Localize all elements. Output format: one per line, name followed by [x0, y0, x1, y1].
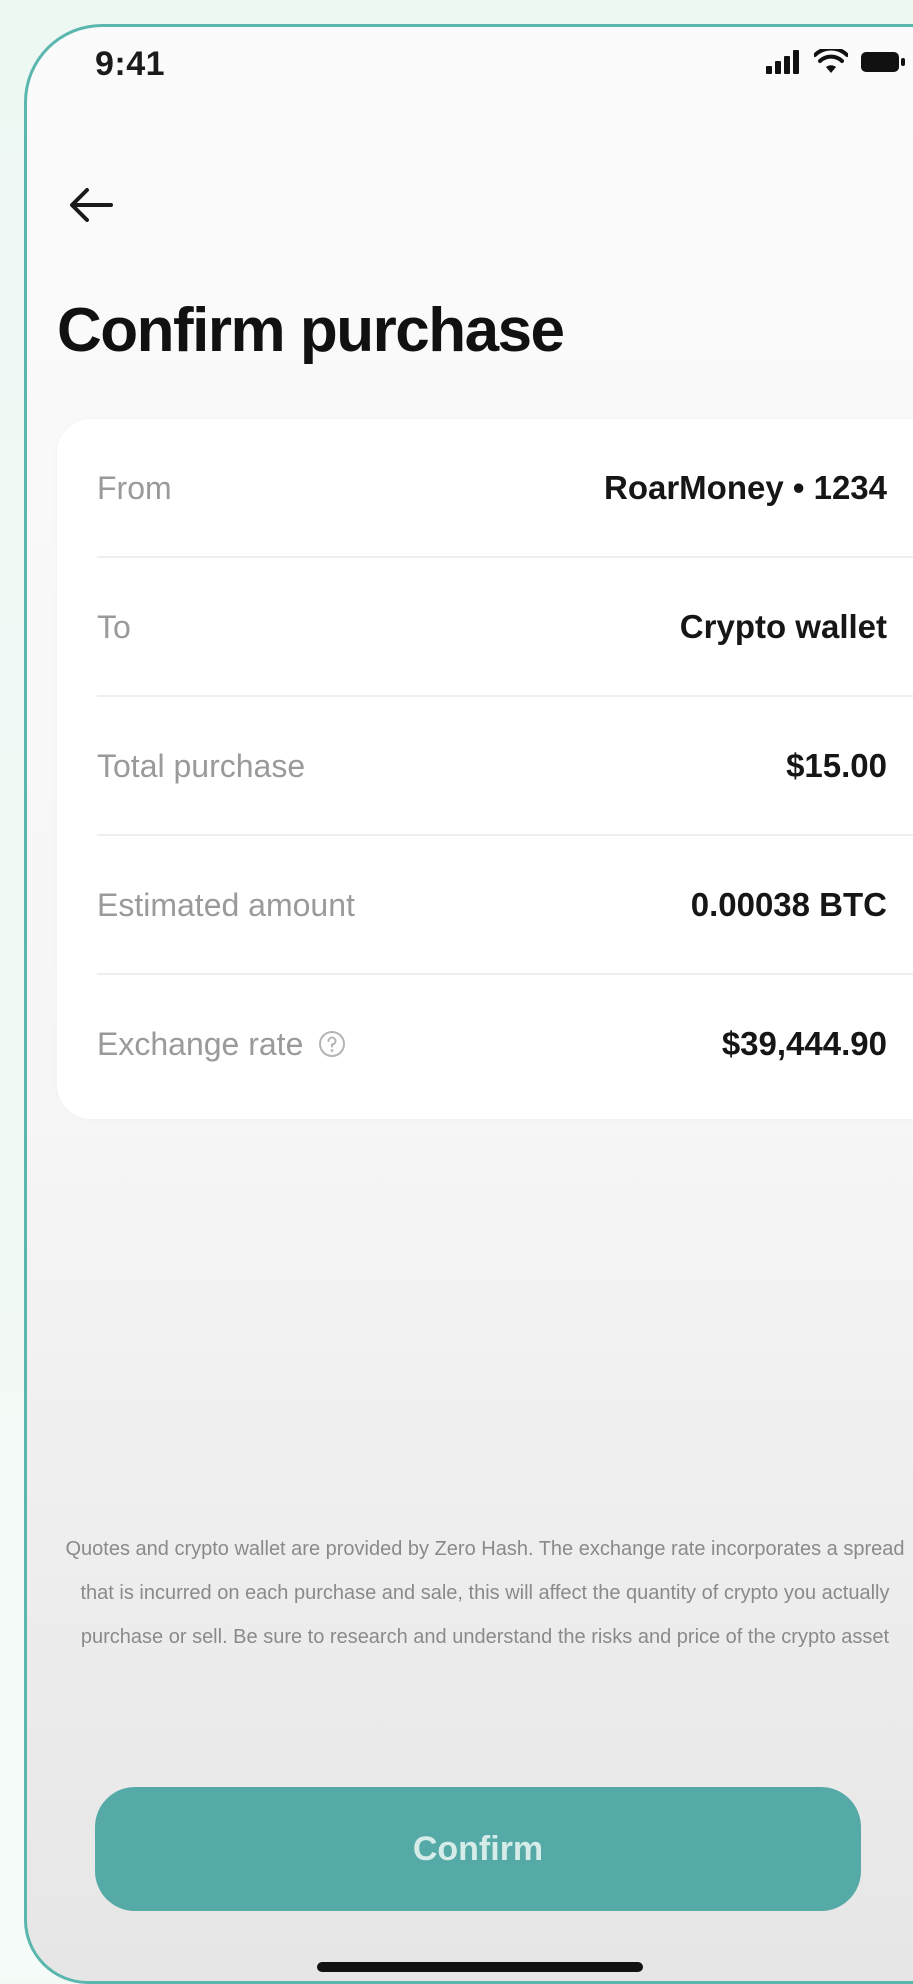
- page-title: Confirm purchase: [57, 296, 565, 365]
- row-label: To: [97, 608, 131, 645]
- status-time: 9:41: [95, 45, 166, 83]
- detail-row-to: To Crypto wallet: [97, 558, 887, 696]
- row-label-with-help: Exchange rate: [97, 1026, 347, 1063]
- detail-row-total-purchase: Total purchase $15.00: [97, 697, 887, 835]
- row-label: Estimated amount: [97, 886, 355, 923]
- phone-screen: 9:41 Confirm purchase From RoarMoney • 1…: [24, 24, 913, 1984]
- status-icons: [766, 49, 906, 75]
- row-value: Crypto wallet: [679, 608, 887, 645]
- battery-icon: [861, 52, 905, 72]
- signal-icon: [766, 50, 799, 74]
- confirm-button[interactable]: Confirm: [95, 1787, 861, 1911]
- home-indicator: [317, 1962, 643, 1972]
- row-label: From: [97, 469, 172, 506]
- purchase-details-card: From RoarMoney • 1234 To Crypto wallet T…: [57, 419, 913, 1119]
- row-value: RoarMoney • 1234: [604, 469, 887, 506]
- detail-row-exchange-rate: Exchange rate $39,444.90: [97, 975, 887, 1113]
- detail-row-from: From RoarMoney • 1234: [97, 419, 887, 557]
- row-value: $39,444.90: [721, 1025, 887, 1062]
- detail-row-estimated-amount: Estimated amount 0.00038 BTC: [97, 836, 887, 974]
- row-value: $15.00: [786, 747, 887, 784]
- status-bar: 9:41: [27, 27, 913, 107]
- back-arrow-icon[interactable]: [63, 177, 119, 233]
- row-label: Exchange rate: [97, 1025, 304, 1062]
- help-circle-icon[interactable]: [317, 1029, 347, 1059]
- disclaimer-text: Quotes and crypto wallet are provided by…: [65, 1538, 905, 1648]
- row-value: 0.00038 BTC: [690, 886, 887, 923]
- wifi-icon: [814, 49, 848, 73]
- row-label: Total purchase: [97, 747, 306, 784]
